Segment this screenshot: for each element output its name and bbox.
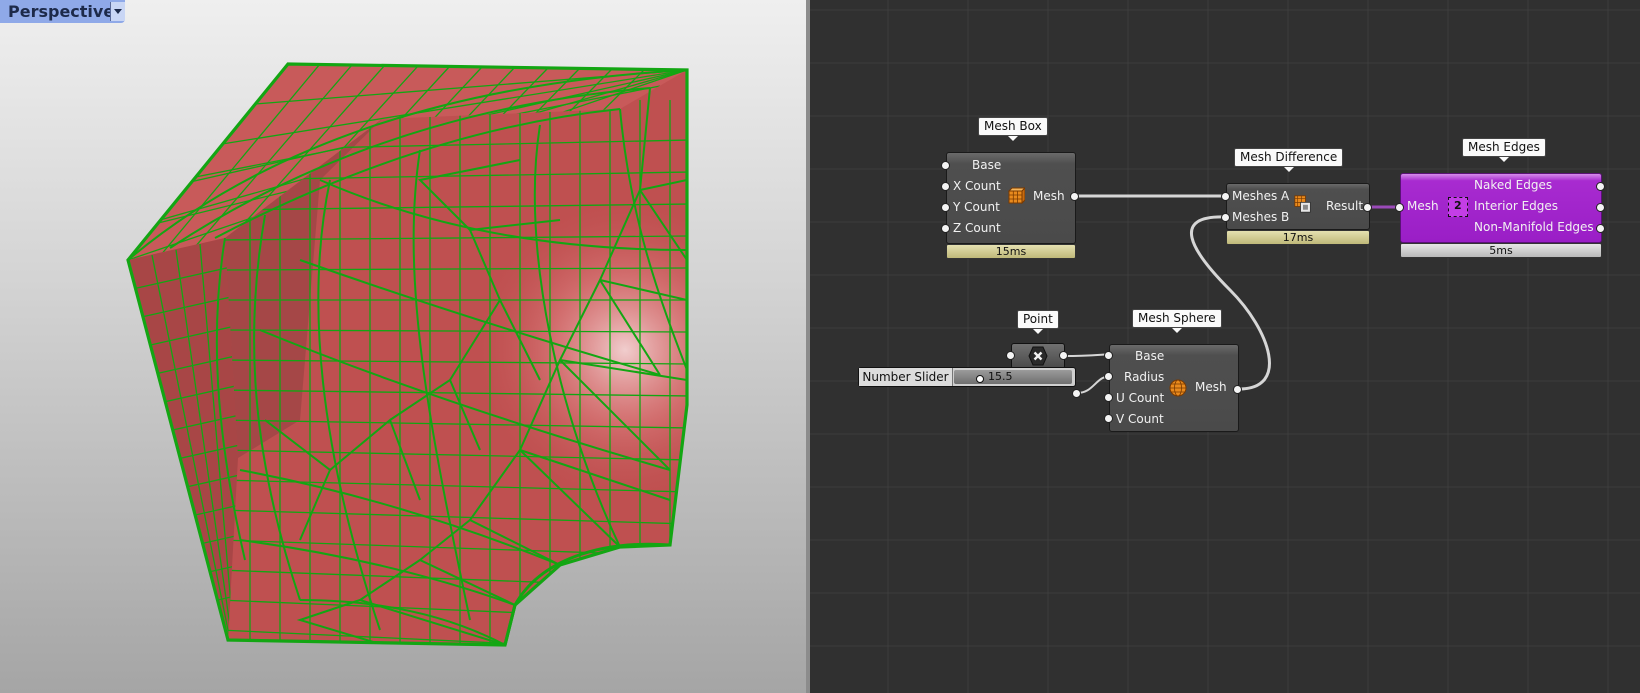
- mesh-difference-output-result[interactable]: Result: [1326, 199, 1363, 213]
- mesh-edges-icon-number: 2: [1454, 199, 1462, 212]
- mesh-edges-title: Mesh Edges: [1462, 138, 1546, 162]
- mesh-edges-output-grip[interactable]: [1596, 224, 1605, 233]
- mesh-box-input-grip[interactable]: [941, 182, 950, 191]
- mesh-box-output-mesh[interactable]: Mesh: [1033, 189, 1065, 203]
- mesh-box-timing: 15ms: [946, 244, 1076, 259]
- mesh-difference-timing: 17ms: [1226, 230, 1370, 245]
- mesh-sphere-input-radius[interactable]: Radius: [1124, 370, 1164, 384]
- point-input-grip[interactable]: [1006, 351, 1015, 360]
- mesh-difference-input-meshes-a[interactable]: Meshes A: [1232, 189, 1289, 203]
- mesh-edges-icon: 2: [1448, 197, 1468, 217]
- mesh-difference-output-grip[interactable]: [1363, 203, 1372, 212]
- mesh-box-input-y-count[interactable]: Y Count: [953, 200, 1000, 214]
- mesh-sphere-icon: [1169, 379, 1187, 397]
- number-slider-label: Number Slider: [859, 368, 953, 386]
- number-slider-output-grip[interactable]: [1072, 389, 1081, 398]
- mesh-sphere-output-mesh[interactable]: Mesh: [1195, 380, 1227, 394]
- grasshopper-canvas[interactable]: Mesh Box Base X Count Y Count Z Count Me…: [810, 0, 1640, 693]
- mesh-sphere-input-grip[interactable]: [1104, 393, 1113, 402]
- mesh-box-component[interactable]: Base X Count Y Count Z Count Mesh: [946, 152, 1076, 244]
- mesh-edges-component[interactable]: Mesh 2 Naked Edges Interior Edges Non-Ma…: [1400, 173, 1602, 243]
- mesh-sphere-input-grip[interactable]: [1104, 414, 1113, 423]
- mesh-sphere-output-grip[interactable]: [1233, 385, 1242, 394]
- number-slider-knob[interactable]: [976, 375, 984, 383]
- mesh-sphere-input-grip[interactable]: [1104, 372, 1113, 381]
- mesh-sphere-input-u-count[interactable]: U Count: [1116, 391, 1164, 405]
- mesh-sphere-input-base[interactable]: Base: [1135, 349, 1164, 363]
- mesh-sphere-input-v-count[interactable]: V Count: [1116, 412, 1164, 426]
- mesh-difference-input-meshes-b[interactable]: Meshes B: [1232, 210, 1289, 224]
- mesh-edges-output-interior-edges[interactable]: Interior Edges: [1474, 199, 1558, 213]
- mesh-edges-output-naked-edges[interactable]: Naked Edges: [1474, 178, 1552, 192]
- mesh-edges-input-grip[interactable]: [1395, 203, 1404, 212]
- mesh-box-icon: [1007, 187, 1025, 205]
- mesh-difference-icon: [1294, 195, 1311, 213]
- number-slider-track[interactable]: 15.5: [954, 370, 1072, 384]
- mesh-box-input-grip[interactable]: [941, 203, 950, 212]
- viewport-label: Perspective: [8, 2, 115, 21]
- mesh-sphere-input-grip[interactable]: [1104, 351, 1113, 360]
- mesh-edges-output-grip[interactable]: [1596, 182, 1605, 191]
- mesh-sphere-title: Mesh Sphere: [1132, 309, 1222, 333]
- mesh-sphere-component[interactable]: Base Radius U Count V Count Mesh: [1109, 344, 1239, 432]
- point-output-grip[interactable]: [1059, 351, 1068, 360]
- mesh-box-output-grip[interactable]: [1070, 192, 1079, 201]
- mesh-render: [126, 62, 689, 647]
- mesh-edges-output-grip[interactable]: [1596, 203, 1605, 212]
- mesh-box-input-grip[interactable]: [941, 224, 950, 233]
- number-slider-value: 15.5: [988, 370, 1013, 383]
- mesh-difference-title: Mesh Difference: [1234, 148, 1344, 172]
- mesh-box-input-base[interactable]: Base: [972, 158, 1001, 172]
- viewport-dropdown-arrow-icon[interactable]: [110, 2, 125, 21]
- number-slider[interactable]: Number Slider 15.5: [858, 367, 1076, 387]
- mesh-edges-timing: 5ms: [1400, 243, 1602, 258]
- mesh-edges-output-non-manifold-edges[interactable]: Non-Manifold Edges: [1474, 220, 1594, 234]
- point-icon: [1028, 346, 1048, 366]
- mesh-edges-input-mesh[interactable]: Mesh: [1407, 199, 1439, 213]
- perspective-viewport[interactable]: Perspective: [0, 0, 806, 693]
- mesh-difference-input-grip[interactable]: [1221, 192, 1230, 201]
- mesh-box-input-z-count[interactable]: Z Count: [953, 221, 1001, 235]
- mesh-difference-input-grip[interactable]: [1221, 213, 1230, 222]
- point-title: Point: [1017, 310, 1059, 334]
- mesh-box-input-x-count[interactable]: X Count: [953, 179, 1001, 193]
- point-component[interactable]: [1011, 343, 1065, 369]
- viewport-tab[interactable]: Perspective: [0, 0, 125, 23]
- mesh-box-input-grip[interactable]: [941, 161, 950, 170]
- mesh-box-title: Mesh Box: [978, 117, 1048, 141]
- mesh-difference-component[interactable]: Meshes A Meshes B Result: [1226, 183, 1370, 230]
